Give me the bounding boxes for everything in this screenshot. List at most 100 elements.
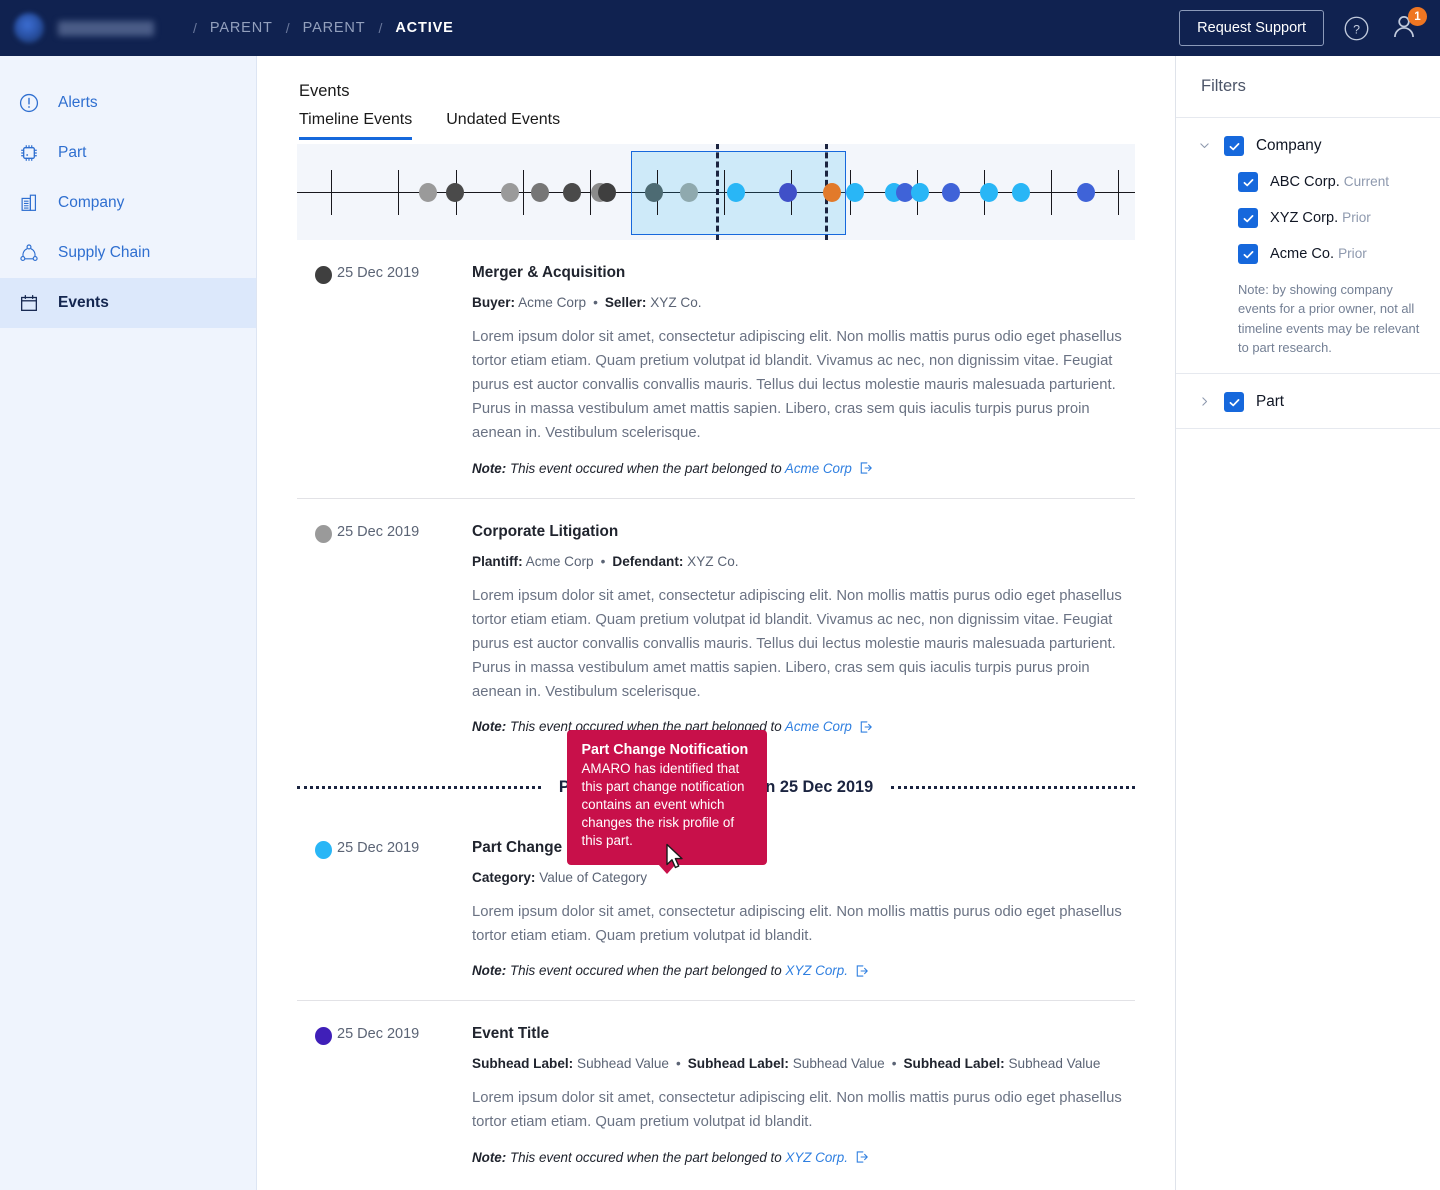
- timeline-event-dot[interactable]: [1076, 183, 1095, 202]
- timeline-event-dot[interactable]: [598, 183, 617, 202]
- events-timeline-chart[interactable]: [297, 144, 1135, 240]
- timeline-event-dot[interactable]: [531, 183, 550, 202]
- check-icon: [1229, 142, 1239, 150]
- event-body: Merger & Acquisition Buyer: Acme Corp • Sel…: [472, 264, 1135, 476]
- timeline-event-dot[interactable]: [1012, 183, 1031, 202]
- filter-group-part-row[interactable]: Part: [1176, 392, 1440, 413]
- sidebar-item-supply-chain[interactable]: Supply Chain: [0, 228, 256, 278]
- external-link-icon[interactable]: [859, 461, 873, 475]
- event-description: Lorem ipsum dolor sit amet, consectetur …: [472, 329, 1122, 442]
- event-title-text: Event Title: [472, 1025, 550, 1043]
- filter-item-abc-corp[interactable]: ABC Corp. Current: [1238, 172, 1440, 192]
- filter-group-part: Part: [1176, 374, 1440, 430]
- filter-checkbox-part[interactable]: [1224, 392, 1244, 413]
- timeline-event-dot[interactable]: [418, 183, 437, 202]
- subhead-value: XYZ Co.: [650, 295, 702, 310]
- subhead-separator: •: [891, 1056, 897, 1072]
- timeline-event-dot[interactable]: [445, 183, 464, 202]
- event-row[interactable]: 25 Dec 2019 Corporate Litigation Plantiff:…: [297, 499, 1135, 757]
- breadcrumb-item-parent-2[interactable]: PARENT: [303, 18, 366, 38]
- filter-company-note: Note: by showing company events for a pr…: [1238, 282, 1420, 356]
- user-avatar[interactable]: 1: [1388, 7, 1427, 45]
- event-dot-column: [297, 1025, 337, 1164]
- tab-undated-events[interactable]: Undated Events: [446, 111, 560, 140]
- sidebar-item-alerts[interactable]: Alerts: [0, 78, 256, 128]
- event-title-text: Merger & Acquisition: [472, 264, 626, 281]
- request-support-button[interactable]: Request Support: [1179, 10, 1324, 46]
- subhead-label: Seller:: [604, 295, 647, 310]
- event-type-dot: [315, 1027, 332, 1046]
- event-note-prefix: Note:: [472, 963, 507, 979]
- event-note-company-link[interactable]: Acme Corp: [785, 461, 852, 476]
- event-note-company-link[interactable]: XYZ Corp.: [785, 963, 848, 978]
- chevron-down-icon[interactable]: [1198, 139, 1212, 154]
- filter-item-name: ABC Corp.: [1270, 174, 1340, 190]
- breadcrumb-item-active[interactable]: ACTIVE: [395, 18, 453, 38]
- timeline-event-dot[interactable]: [644, 183, 663, 202]
- timeline-event-dot[interactable]: [727, 183, 746, 202]
- event-title: Event Title: [472, 1025, 1135, 1043]
- timeline-event-dot[interactable]: [980, 183, 999, 202]
- timeline-event-dot[interactable]: [562, 183, 581, 202]
- event-note-company-link[interactable]: XYZ Corp.: [785, 1150, 848, 1165]
- timeline-event-dot[interactable]: [500, 183, 519, 202]
- filter-company-children: ABC Corp. Current XYZ Corp. Prior Acme Co.…: [1176, 156, 1440, 357]
- subhead-label: Category:: [472, 870, 536, 886]
- filter-group-company: Company ABC Corp. Current XYZ Corp. Prior: [1176, 118, 1440, 375]
- filter-checkbox-xyz-corp[interactable]: [1238, 208, 1258, 228]
- tooltip-body: AMARO has identified that this part chan…: [581, 761, 745, 849]
- sidebar-item-events[interactable]: Events: [0, 278, 256, 328]
- help-button[interactable]: ?: [1340, 12, 1372, 44]
- filter-item-name: XYZ Corp.: [1270, 210, 1339, 226]
- timeline-event-dot[interactable]: [779, 183, 798, 202]
- event-subhead: Plantiff: Acme Corp • Defendant: XYZ Co.: [472, 554, 1135, 569]
- page-body: Alerts Part Company Supply Chain Events …: [0, 56, 1440, 1190]
- filter-item-tag: Prior: [1342, 210, 1371, 225]
- external-link-icon[interactable]: [859, 720, 873, 734]
- chevron-right-icon[interactable]: [1198, 395, 1212, 410]
- filter-item-acme-co[interactable]: Acme Co. Prior: [1238, 244, 1440, 264]
- event-note: Note: This event occured when the part b…: [472, 461, 1135, 476]
- filter-checkbox-acme-co[interactable]: [1238, 244, 1258, 264]
- timeline-event-dot[interactable]: [942, 183, 961, 202]
- filter-group-company-row[interactable]: Company: [1176, 136, 1440, 156]
- subhead-value: Subhead Value: [1008, 1056, 1101, 1072]
- external-link-icon[interactable]: [855, 1150, 869, 1164]
- event-dot-column: [297, 839, 337, 978]
- event-body: Corporate Litigation Plantiff: Acme Corp •…: [472, 523, 1135, 735]
- event-note-company-link[interactable]: Acme Corp: [785, 719, 852, 734]
- event-type-dot: [315, 841, 332, 860]
- tab-timeline-events[interactable]: Timeline Events: [299, 111, 413, 140]
- event-row[interactable]: 25 Dec 2019 Merger & Acquisition Buyer: Ac…: [297, 240, 1135, 499]
- filters-panel: Filters Company ABC Corp. Current XYZ Co…: [1175, 56, 1440, 1190]
- event-subhead: Buyer: Acme Corp • Seller: XYZ Co.: [472, 295, 1135, 310]
- alert-circle-icon: [16, 90, 42, 116]
- event-row[interactable]: 25 Dec 2019 Event Title Subhead Label: Sub…: [297, 1001, 1135, 1186]
- chip-icon: [16, 140, 42, 166]
- event-date: 25 Dec 2019: [337, 840, 420, 857]
- filter-checkbox-abc-corp[interactable]: [1238, 172, 1258, 192]
- event-date: 25 Dec 2019: [337, 265, 420, 281]
- sidebar-navigation: Alerts Part Company Supply Chain Events: [0, 56, 257, 1190]
- sidebar-item-label: Company: [58, 194, 125, 211]
- subhead-separator: •: [675, 1056, 681, 1072]
- sidebar-item-label: Events: [58, 294, 109, 311]
- ownership-divider-abc: Part Acquired by ABC Corp on 25 Dec 2019: [297, 1187, 1135, 1190]
- brand-logo-wordmark: [58, 20, 154, 36]
- timeline-event-dot[interactable]: [846, 183, 865, 202]
- event-title: Corporate Litigation: [472, 523, 1135, 541]
- event-type-dot: [315, 266, 332, 284]
- filter-item-xyz-corp[interactable]: XYZ Corp. Prior: [1238, 208, 1440, 228]
- external-link-icon[interactable]: [855, 964, 869, 978]
- brand-logo[interactable]: [0, 13, 154, 43]
- brand-logo-icon: [14, 13, 44, 43]
- sidebar-item-company[interactable]: Company: [0, 178, 256, 228]
- subhead-label: Subhead Label:: [472, 1056, 574, 1072]
- timeline-event-dot[interactable]: [911, 183, 930, 202]
- sidebar-item-part[interactable]: Part: [0, 128, 256, 178]
- timeline-tick: [397, 170, 399, 215]
- check-icon: [1243, 214, 1253, 222]
- breadcrumb-item-parent-1[interactable]: PARENT: [210, 18, 273, 38]
- supply-chain-icon: [16, 240, 42, 266]
- filter-checkbox-company[interactable]: [1224, 136, 1244, 156]
